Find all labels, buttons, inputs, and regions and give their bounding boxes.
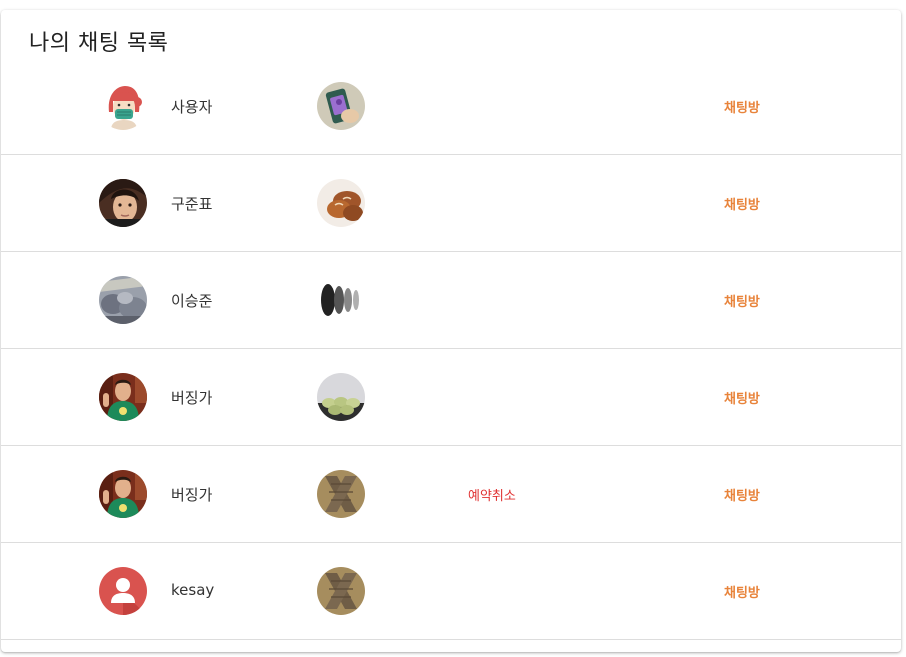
bread-photo-icon[interactable] (317, 179, 365, 227)
chat-list: 사용자 채팅방 구준표 채팅방 이승준 채팅방 버징가 채팅방 버징가 예약취소… (1, 58, 901, 640)
chatroom-link[interactable]: 채팅방 (724, 485, 760, 504)
chat-list-item: 버징가 채팅방 (1, 349, 901, 446)
scarf-photo-icon[interactable] (317, 470, 365, 518)
user-name: kesay (171, 581, 215, 599)
chatroom-link[interactable]: 채팅방 (724, 388, 760, 407)
blurred-photo-avatar-icon[interactable] (99, 276, 147, 324)
chat-list-card: 나의 채팅 목록 사용자 채팅방 구준표 채팅방 이승준 채팅방 버징가 채팅방… (1, 10, 901, 652)
person-green-shirt-avatar-icon[interactable] (99, 470, 147, 518)
blurred-dark-object-photo-icon[interactable] (317, 276, 365, 324)
chatroom-link[interactable]: 채팅방 (724, 194, 760, 213)
user-name: 이승준 (171, 292, 213, 310)
chat-list-item: 이승준 채팅방 (1, 252, 901, 349)
chat-list-item: 구준표 채팅방 (1, 155, 901, 252)
phone-case-photo-icon[interactable] (317, 82, 365, 130)
user-name: 사용자 (171, 98, 213, 116)
person-green-shirt-avatar-icon[interactable] (99, 373, 147, 421)
scarf-photo-icon[interactable] (317, 567, 365, 615)
user-name: 버징가 (171, 389, 213, 407)
macarons-photo-icon[interactable] (317, 373, 365, 421)
user-name: 버징가 (171, 486, 213, 504)
default-user-avatar-icon[interactable] (99, 567, 147, 615)
chatroom-link[interactable]: 채팅방 (724, 291, 760, 310)
chatroom-link[interactable]: 채팅방 (724, 582, 760, 601)
user-name: 구준표 (171, 195, 213, 213)
person-photo-avatar-icon[interactable] (99, 179, 147, 227)
chatroom-link[interactable]: 채팅방 (724, 97, 760, 116)
cancel-reservation-link[interactable]: 예약취소 (468, 485, 516, 504)
chat-list-item: 버징가 예약취소 채팅방 (1, 446, 901, 543)
chat-list-item: kesay 채팅방 (1, 543, 901, 640)
chat-list-item: 사용자 채팅방 (1, 58, 901, 155)
masked-person-avatar-icon[interactable] (99, 82, 147, 130)
page-title: 나의 채팅 목록 (29, 31, 169, 56)
